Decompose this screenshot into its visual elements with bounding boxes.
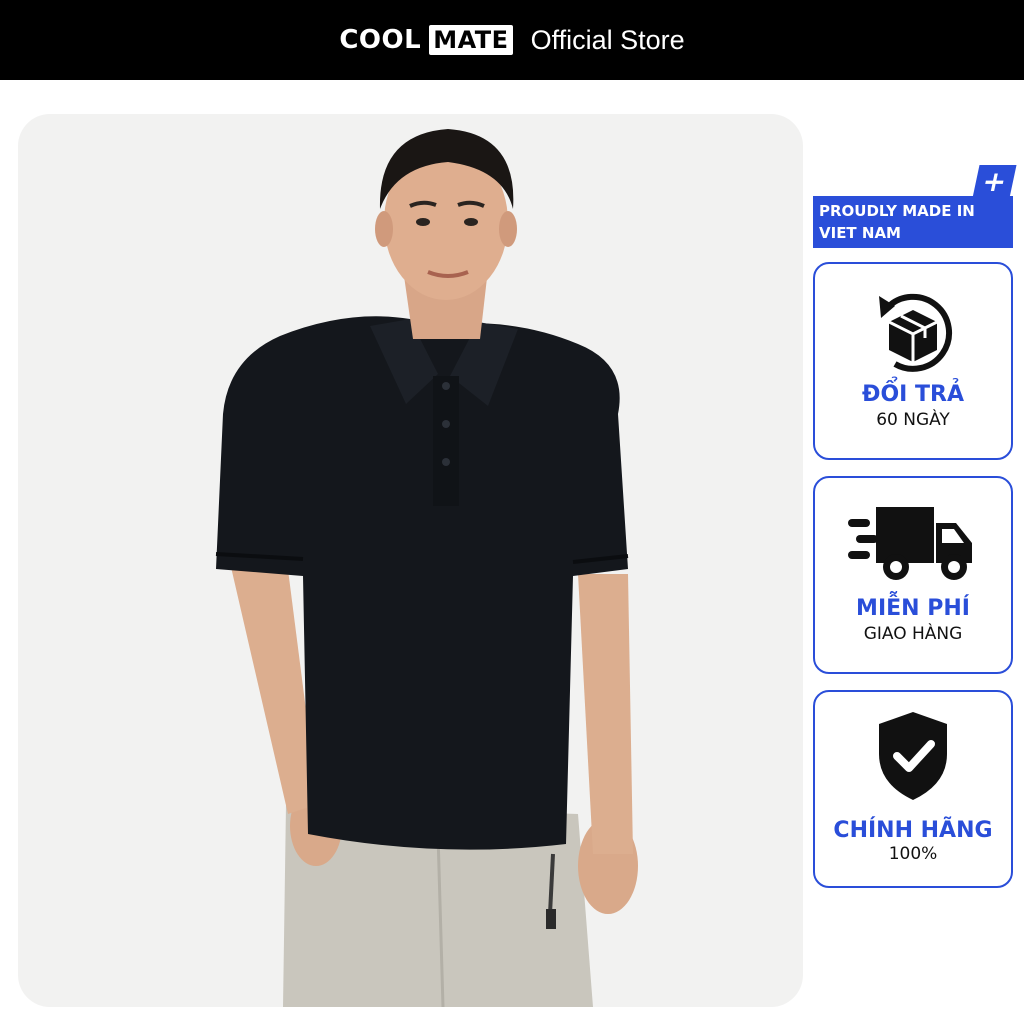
shield-check-icon xyxy=(815,706,1011,806)
badge-free-shipping-title: MIỄN PHÍ xyxy=(856,596,970,621)
delivery-truck-icon xyxy=(815,492,1011,592)
model-illustration xyxy=(215,129,638,1007)
plus-icon: + xyxy=(972,165,1017,198)
logo-mate-text: MATE xyxy=(429,25,513,55)
store-label: Official Store xyxy=(530,24,685,55)
badge-authentic: CHÍNH HÃNG 100% xyxy=(813,690,1013,888)
badge-returns-title: ĐỔI TRẢ xyxy=(862,382,964,407)
return-box-icon xyxy=(815,278,1011,378)
badge-free-shipping-subtitle: GIAO HÀNG xyxy=(863,624,963,644)
badge-returns-subtitle: 60 NGÀY xyxy=(876,410,950,430)
product-photo xyxy=(18,114,803,1007)
badge-authentic-subtitle: 100% xyxy=(888,844,938,864)
header-bar: COOL MATE Official Store xyxy=(0,0,1024,80)
made-in-vietnam-banner: PROUDLY MADE IN VIET NAM xyxy=(813,196,1013,248)
logo-cool-text: COOL xyxy=(339,25,422,55)
brand-logo: COOL MATE Official Store xyxy=(339,24,685,56)
badge-authentic-title: CHÍNH HÃNG xyxy=(833,818,993,843)
badge-free-shipping: MIỄN PHÍ GIAO HÀNG xyxy=(813,476,1013,674)
badge-returns: ĐỔI TRẢ 60 NGÀY xyxy=(813,262,1013,460)
